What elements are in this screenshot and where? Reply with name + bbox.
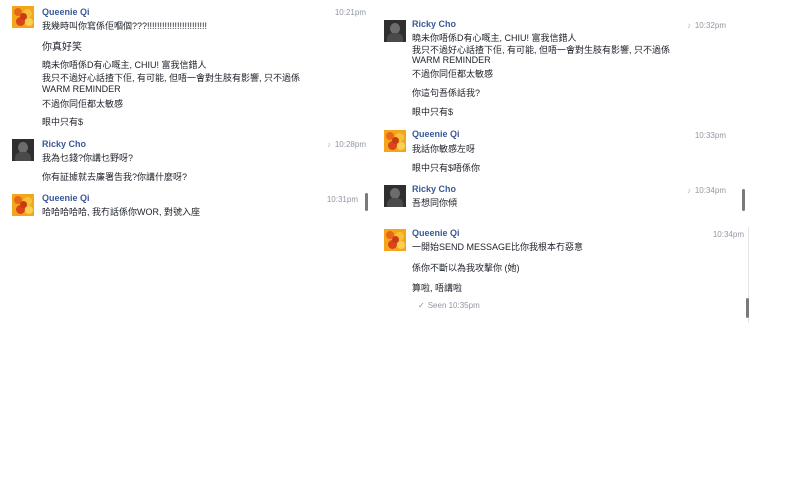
message-time: ♪ 10:34pm [687, 186, 726, 195]
sender-name[interactable]: Ricky Cho [412, 184, 456, 194]
message-line: WARM REMINDER [412, 55, 491, 65]
seen-text: Seen 10:35pm [427, 301, 480, 310]
message-line: 不過你同佢都太敏感 [412, 69, 494, 79]
sender-name[interactable]: Queenie Qi [412, 129, 460, 139]
avatar-decoration [392, 137, 399, 144]
message-time: 10:34pm [713, 230, 744, 239]
sender-name[interactable]: Queenie Qi [42, 7, 90, 17]
avatar[interactable] [12, 194, 34, 216]
check-icon: ✓ [418, 301, 425, 310]
sender-name[interactable]: Queenie Qi [42, 193, 90, 203]
avatar-decoration [25, 206, 33, 214]
message-line: 哈哈哈哈哈, 我冇話係你WOR, 對號入座 [42, 207, 200, 217]
avatar-decoration [392, 236, 399, 243]
avatar-decoration [25, 18, 33, 26]
message-line: 吾想同你傾 [412, 198, 458, 208]
avatar[interactable] [384, 185, 406, 207]
message-line: 我只不過好心話揸下佢, 有可能, 但唔一會對生肢有影響, 只不過係 [42, 73, 301, 83]
chat-panel-left: Queenie Qi 10:21pm 我幾時叫你寫係佢嗰個???!!!!!!!!… [0, 0, 372, 222]
message-line: 曉未你唔係D有心嘅主, CHIU! 富我信錯人 [42, 60, 207, 70]
time-text: 10:31pm [326, 195, 358, 204]
message-line: 你真好笑 [42, 42, 82, 53]
chat-panel-right-bottom: Queenie Qi 10:34pm 一開始SEND MESSAGE比你我根本冇… [378, 225, 750, 325]
avatar-decoration [20, 13, 27, 20]
message-line: 一開始SEND MESSAGE比你我根本冇惡意 [412, 242, 584, 252]
message-line: 我為乜錢?你講乜野呀? [42, 153, 134, 163]
scrollbar[interactable] [742, 189, 745, 211]
device-icon: ♪ [686, 21, 691, 30]
message-line: 係你不斷以為我攻擊你 (她) [412, 263, 520, 273]
message-line: 眼中只有$ [42, 117, 84, 127]
scrollbar[interactable] [365, 193, 368, 211]
message-time: 10:33pm [695, 131, 726, 140]
scrollbar[interactable] [746, 298, 749, 318]
sender-name[interactable]: Ricky Cho [42, 139, 86, 149]
avatar[interactable] [384, 229, 406, 251]
avatar-decoration [397, 241, 405, 249]
message-line: 我話你敏感左呀 [412, 144, 476, 154]
message-time: ♪ 10:28pm [327, 140, 366, 149]
message-time: 10:31pm [327, 195, 358, 204]
time-text: 10:34pm [694, 186, 726, 195]
avatar[interactable] [384, 130, 406, 152]
message-line: 算啦, 唔講啦 [412, 283, 463, 293]
message-line: 不過你同佢都太敏感 [42, 99, 124, 109]
message-time: 10:21pm [335, 8, 366, 17]
sender-name[interactable]: Ricky Cho [412, 19, 456, 29]
message-line: 眼中只有$唔係你 [412, 163, 481, 173]
message-line: 我幾時叫你寫係佢嗰個???!!!!!!!!!!!!!!!!!!!!!!!! [42, 21, 208, 31]
message-line: WARM REMINDER [42, 84, 121, 94]
time-text: 10:32pm [694, 21, 726, 30]
chat-panel-right-top: Ricky Cho ♪ 10:32pm 曉未你唔係D有心嘅主, CHIU! 富我信… [378, 13, 750, 213]
avatar[interactable] [384, 20, 406, 42]
message-line: 你這句吾係話我? [412, 88, 481, 98]
time-text: 10:33pm [694, 131, 726, 140]
message-time: ♪ 10:32pm [687, 21, 726, 30]
avatar[interactable] [12, 6, 34, 28]
avatar[interactable] [12, 139, 34, 161]
sender-name[interactable]: Queenie Qi [412, 228, 460, 238]
avatar-decoration [397, 142, 405, 150]
time-text: 10:34pm [712, 230, 744, 239]
time-text: 10:21pm [334, 8, 366, 17]
avatar-decoration [20, 201, 27, 208]
device-icon: ♪ [326, 140, 331, 149]
seen-indicator: ✓ Seen 10:35pm [418, 301, 480, 310]
device-icon: ♪ [686, 186, 691, 195]
message-line: 你有証據就去廉署告我?你講什麼呀? [42, 172, 188, 182]
message-line: 眼中只有$ [412, 107, 454, 117]
time-text: 10:28pm [334, 140, 366, 149]
